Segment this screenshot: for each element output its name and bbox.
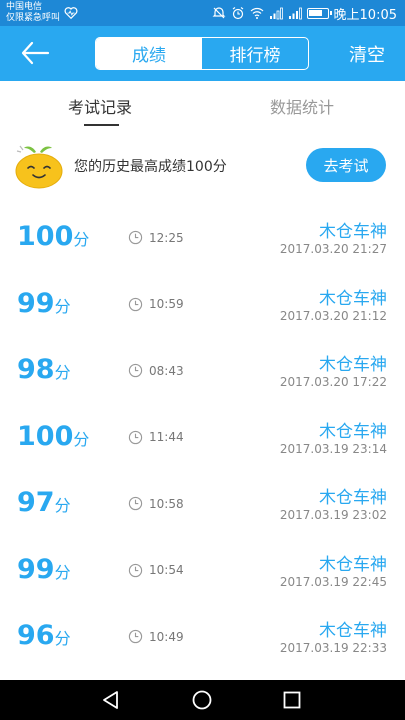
score-value: 99 [17, 553, 55, 585]
records-list: 100分 12:25 木仓车神 2017.03.20 21:27 99分 10:… [0, 205, 405, 671]
clock-icon [128, 230, 143, 245]
wifi-icon [250, 7, 263, 19]
record-duration: 10:58 [128, 496, 184, 511]
duration-text: 10:59 [149, 297, 184, 311]
record-row[interactable]: 96分 10:49 木仓车神 2017.03.19 22:33 [0, 604, 405, 671]
app-header: 成绩 排行榜 清空 [0, 26, 405, 81]
record-name: 木仓车神 [319, 222, 387, 242]
record-duration: 12:25 [128, 230, 184, 245]
record-score: 99分 [17, 554, 71, 589]
record-date: 2017.03.19 22:33 [279, 641, 387, 655]
lemon-mascot-icon [15, 145, 63, 189]
best-score-banner: 您的历史最高成绩100分 去考试 [0, 138, 405, 194]
signal-icon-2 [288, 7, 302, 20]
tab-exam-records[interactable]: 考试记录 [68, 94, 132, 118]
record-name: 木仓车神 [319, 621, 387, 641]
duration-text: 11:44 [149, 430, 184, 444]
record-row[interactable]: 99分 10:59 木仓车神 2017.03.20 21:12 [0, 272, 405, 339]
duration-text: 10:49 [149, 629, 184, 644]
duration-text: 12:25 [149, 230, 184, 245]
duration-text: 10:54 [149, 563, 184, 577]
record-row[interactable]: 100分 11:44 木仓车神 2017.03.19 23:14 [0, 405, 405, 472]
alarm-icon [232, 7, 243, 20]
active-tab-indicator [84, 124, 119, 126]
record-date: 2017.03.20 21:12 [279, 308, 387, 323]
score-value: 99 [17, 287, 55, 319]
best-score-text: 您的历史最高成绩100分 [74, 159, 227, 175]
clock-icon [128, 563, 143, 577]
record-score: 100分 [17, 221, 89, 256]
record-score: 97分 [17, 487, 71, 522]
score-value: 97 [17, 487, 55, 518]
tab-scores[interactable]: 成绩 [96, 38, 202, 69]
clear-button[interactable]: 清空 [349, 41, 385, 67]
record-row[interactable]: 100分 12:25 木仓车神 2017.03.20 21:27 [0, 205, 405, 272]
record-score: 98分 [17, 354, 71, 389]
score-unit: 分 [54, 363, 71, 382]
score-value: 96 [17, 620, 55, 651]
nav-recents-icon[interactable] [280, 688, 304, 712]
record-duration: 11:44 [128, 430, 184, 445]
nav-back-icon[interactable] [99, 688, 123, 712]
record-date: 2017.03.20 17:22 [279, 375, 387, 389]
clock-icon [128, 297, 143, 311]
clock-icon [128, 363, 143, 378]
record-date: 2017.03.19 23:02 [279, 508, 387, 522]
carrier-name: 中国电信 [6, 2, 43, 12]
record-row[interactable]: 98分 08:43 木仓车神 2017.03.20 17:22 [0, 338, 405, 405]
record-name: 木仓车神 [319, 355, 387, 375]
clock-icon [128, 496, 143, 511]
battery-icon [306, 7, 332, 19]
clock-time: 晚上10:05 [333, 7, 397, 23]
record-row[interactable]: 99分 10:54 木仓车神 2017.03.19 22:45 [0, 538, 405, 605]
tab-leaderboard[interactable]: 排行榜 [202, 38, 308, 69]
record-name: 木仓车神 [319, 288, 387, 309]
sub-tab-bar: 考试记录 数据统计 [0, 81, 405, 129]
signal-icon [269, 7, 283, 20]
record-duration: 08:43 [128, 363, 184, 378]
score-unit: 分 [73, 429, 90, 449]
record-duration: 10:54 [128, 563, 184, 578]
duration-text: 10:58 [149, 496, 184, 511]
heart-icon [64, 7, 78, 20]
record-name: 木仓车神 [319, 488, 387, 508]
score-unit: 分 [73, 230, 90, 249]
navigation-bar [0, 680, 405, 720]
mute-icon [212, 7, 225, 19]
record-duration: 10:59 [128, 297, 184, 312]
score-value: 100 [17, 221, 74, 252]
status-bar: 中国电信 仅限紧急呼叫 晚上10:05 [0, 0, 405, 26]
score-value: 100 [17, 420, 74, 452]
score-unit: 分 [54, 629, 71, 648]
record-date: 2017.03.19 22:45 [279, 574, 387, 589]
carrier-status: 仅限紧急呼叫 [6, 13, 61, 23]
score-value: 98 [17, 354, 55, 385]
back-arrow-icon[interactable] [18, 38, 52, 68]
record-name: 木仓车神 [319, 421, 387, 442]
record-score: 99分 [17, 288, 71, 323]
score-unit: 分 [54, 496, 71, 515]
tab-statistics[interactable]: 数据统计 [270, 94, 334, 118]
record-score: 100分 [17, 421, 89, 456]
record-date: 2017.03.19 23:14 [279, 441, 387, 456]
carrier-info: 中国电信 仅限紧急呼叫 [6, 2, 60, 24]
record-date: 2017.03.20 21:27 [279, 242, 387, 256]
clock-icon [128, 430, 143, 444]
nav-home-icon[interactable] [190, 688, 214, 712]
clock-icon [128, 629, 143, 644]
take-exam-button[interactable]: 去考试 [306, 148, 386, 182]
status-icons: 晚上10:05 [212, 4, 397, 23]
score-unit: 分 [54, 562, 71, 582]
duration-text: 08:43 [149, 363, 184, 378]
record-score: 96分 [17, 620, 71, 655]
record-name: 木仓车神 [319, 554, 387, 575]
record-duration: 10:49 [128, 629, 184, 644]
segment-control: 成绩 排行榜 [95, 37, 309, 70]
score-unit: 分 [54, 296, 71, 316]
record-row[interactable]: 97分 10:58 木仓车神 2017.03.19 23:02 [0, 471, 405, 538]
